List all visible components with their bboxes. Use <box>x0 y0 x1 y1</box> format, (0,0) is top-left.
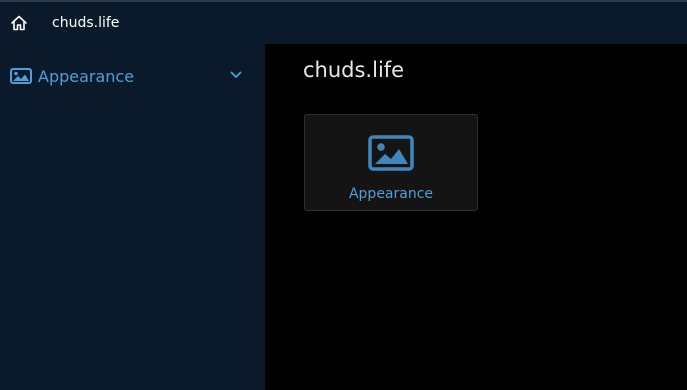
chevron-down-icon[interactable] <box>229 68 243 82</box>
tile-label: Appearance <box>348 186 434 202</box>
image-icon <box>10 68 32 84</box>
image-icon <box>368 135 414 171</box>
top-bar: chuds.life <box>0 0 687 44</box>
site-title: chuds.life <box>52 15 120 31</box>
sidebar-item-label: Appearance <box>38 66 135 86</box>
home-icon <box>11 15 27 31</box>
sidebar: Appearance <box>0 44 265 390</box>
sidebar-item-appearance[interactable]: Appearance <box>0 58 265 94</box>
main-content: chuds.life Appearance <box>265 44 687 390</box>
page-title: chuds.life <box>303 58 405 82</box>
appearance-tile[interactable]: Appearance <box>304 114 478 211</box>
home-button[interactable] <box>1 2 37 44</box>
